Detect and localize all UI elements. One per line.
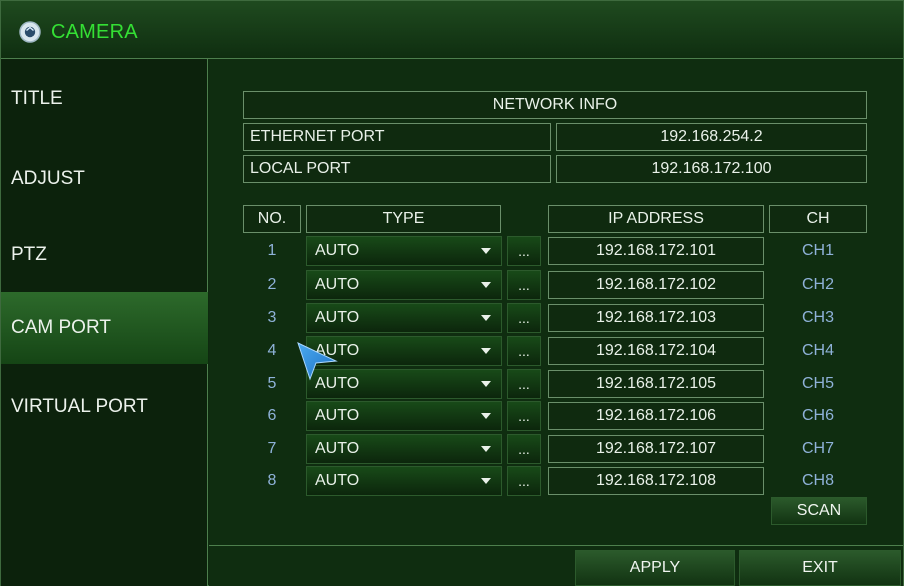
sidebar-item-cam-port[interactable]: CAM PORT — [1, 292, 208, 364]
channel-label: CH2 — [801, 276, 834, 293]
sidebar-item-virtual-port[interactable]: VIRTUAL PORT — [1, 371, 208, 443]
sidebar-item-adjust[interactable]: ADJUST — [1, 143, 208, 215]
type-select-value: AUTO — [315, 309, 360, 326]
type-select[interactable]: AUTO — [306, 434, 502, 464]
channel-label: CH7 — [801, 440, 834, 457]
ip-address-field[interactable]: 192.168.172.108 — [548, 467, 764, 495]
window-title: CAMERA — [51, 21, 138, 43]
title-bar: CAMERA — [1, 1, 903, 59]
cam-port-panel: NETWORK INFO ETHERNET PORT 192.168.254.2… — [209, 59, 903, 545]
ip-address-field[interactable]: 192.168.172.107 — [548, 435, 764, 463]
row-number: 1 — [267, 242, 277, 259]
more-options-button[interactable]: ... — [507, 466, 541, 496]
footer-bar: APPLY EXIT — [209, 545, 903, 586]
type-select-value: AUTO — [315, 407, 360, 424]
channel-label: CH4 — [801, 342, 834, 359]
header-ch: CH — [769, 205, 867, 233]
header-type: TYPE — [306, 205, 501, 233]
ip-address-field[interactable]: 192.168.172.101 — [548, 237, 764, 265]
row-number: 3 — [267, 309, 277, 326]
type-select[interactable]: AUTO — [306, 303, 502, 333]
type-select[interactable]: AUTO — [306, 270, 502, 300]
chevron-down-icon — [481, 446, 491, 452]
row-number: 8 — [267, 472, 277, 489]
row-number: 7 — [267, 440, 277, 457]
exit-button[interactable]: EXIT — [739, 550, 901, 586]
sidebar-item-label: TITLE — [11, 88, 63, 109]
ip-address-field[interactable]: 192.168.172.105 — [548, 370, 764, 398]
sidebar-item-label: PTZ — [11, 244, 47, 265]
chevron-down-icon — [481, 248, 491, 254]
type-select-value: AUTO — [315, 440, 360, 457]
sidebar-item-ptz[interactable]: PTZ — [1, 219, 208, 291]
more-options-button[interactable]: ... — [507, 336, 541, 366]
row-number: 6 — [267, 407, 277, 424]
more-options-button[interactable]: ... — [507, 401, 541, 431]
channel-label: CH1 — [801, 242, 834, 259]
row-number: 4 — [267, 342, 277, 359]
ip-address-field[interactable]: 192.168.172.106 — [548, 402, 764, 430]
ip-address-field[interactable]: 192.168.172.102 — [548, 271, 764, 299]
ip-address-field[interactable]: 192.168.172.103 — [548, 304, 764, 332]
local-port-value: 192.168.172.100 — [556, 155, 867, 183]
scan-button[interactable]: SCAN — [771, 497, 867, 525]
chevron-down-icon — [481, 315, 491, 321]
camera-settings-window: CAMERA TITLE ADJUST PTZ CAM PORT VIRTUAL… — [0, 0, 904, 586]
ethernet-port-value: 192.168.254.2 — [556, 123, 867, 151]
more-options-button[interactable]: ... — [507, 303, 541, 333]
type-select-value: AUTO — [315, 472, 360, 489]
more-options-button[interactable]: ... — [507, 434, 541, 464]
more-options-button[interactable]: ... — [507, 369, 541, 399]
row-number: 2 — [267, 276, 277, 293]
type-select-value: AUTO — [315, 242, 360, 259]
sidebar-item-label: ADJUST — [11, 168, 85, 189]
more-options-button[interactable]: ... — [507, 270, 541, 300]
ip-address-field[interactable]: 192.168.172.104 — [548, 337, 764, 365]
channel-label: CH3 — [801, 309, 834, 326]
network-info-header: NETWORK INFO — [243, 91, 867, 119]
header-ip-address: IP ADDRESS — [548, 205, 764, 233]
type-select-value: AUTO — [315, 276, 360, 293]
channel-label: CH6 — [801, 407, 834, 424]
chevron-down-icon — [481, 282, 491, 288]
channel-label: CH8 — [801, 472, 834, 489]
sidebar-item-label: VIRTUAL PORT — [11, 396, 148, 417]
row-number: 5 — [267, 375, 277, 392]
channel-label: CH5 — [801, 375, 834, 392]
camera-lens-icon — [19, 21, 41, 43]
type-select[interactable]: AUTO — [306, 401, 502, 431]
type-select[interactable]: AUTO — [306, 236, 502, 266]
mouse-pointer-icon — [297, 342, 338, 381]
type-select[interactable]: AUTO — [306, 466, 502, 496]
more-options-button[interactable]: ... — [507, 236, 541, 266]
sidebar-item-title[interactable]: TITLE — [1, 63, 208, 135]
sidebar-item-label: CAM PORT — [11, 317, 111, 338]
chevron-down-icon — [481, 348, 491, 354]
header-no: NO. — [243, 205, 301, 233]
local-port-label: LOCAL PORT — [243, 155, 551, 183]
ethernet-port-label: ETHERNET PORT — [243, 123, 551, 151]
apply-button[interactable]: APPLY — [575, 550, 735, 586]
chevron-down-icon — [481, 381, 491, 387]
sidebar: TITLE ADJUST PTZ CAM PORT VIRTUAL PORT — [1, 59, 208, 586]
chevron-down-icon — [481, 413, 491, 419]
chevron-down-icon — [481, 478, 491, 484]
